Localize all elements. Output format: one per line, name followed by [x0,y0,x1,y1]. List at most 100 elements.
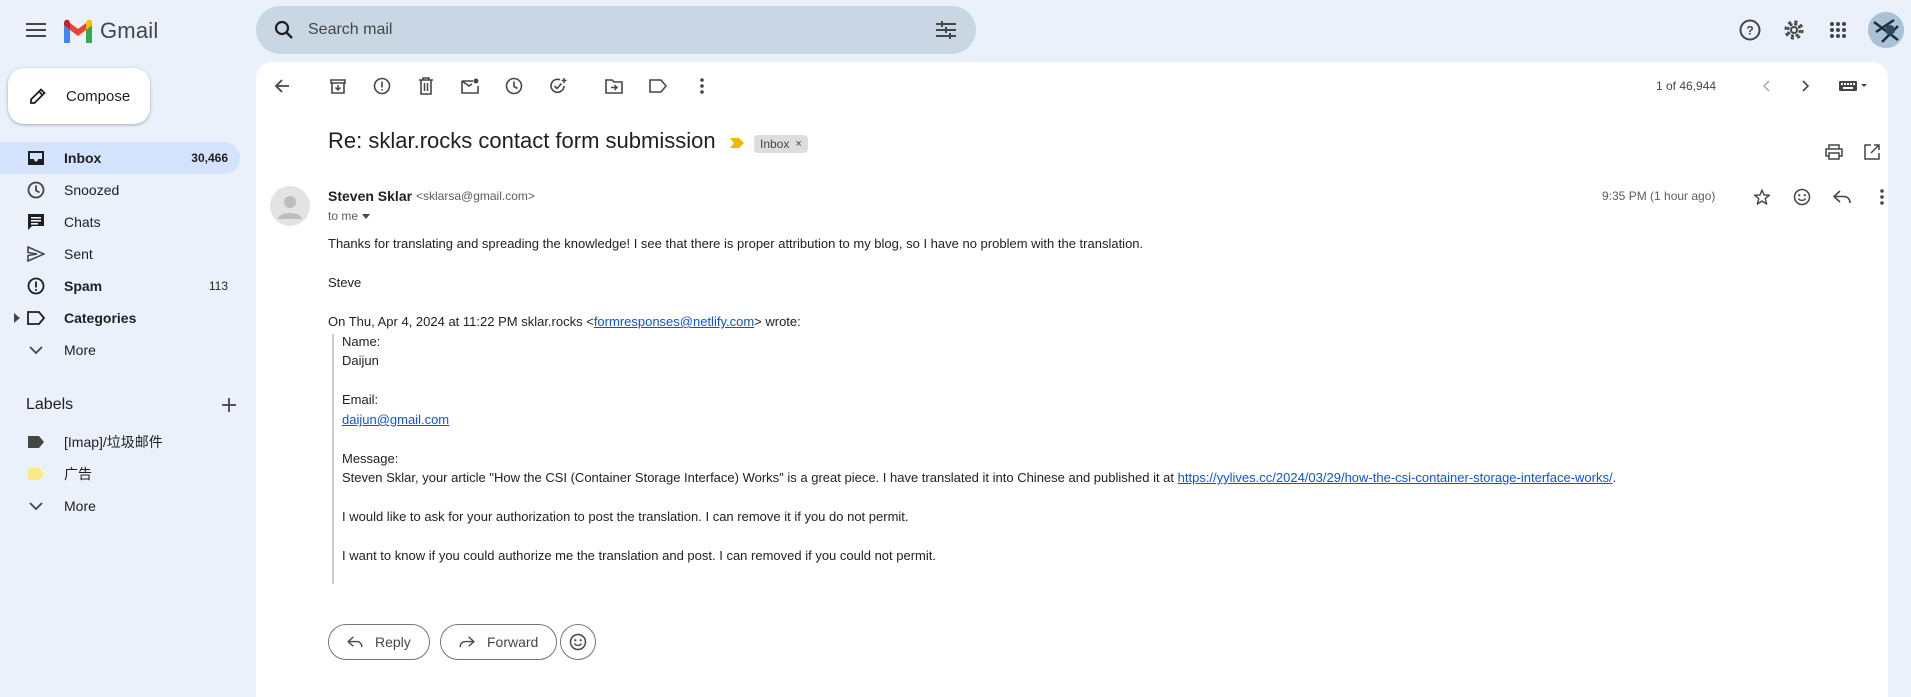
label-item-ads[interactable]: 广告 [0,458,240,490]
emoji-reaction-button[interactable] [560,624,596,660]
gmail-m-icon [64,19,92,43]
message-toolbar: 1 of 46,944 [256,62,1888,110]
back-arrow-icon[interactable] [262,66,302,106]
search-input[interactable] [308,21,926,39]
sidebar-item-chats[interactable]: Chats [0,206,240,238]
label-tag-icon [26,436,46,448]
quote-header-prefix: On Thu, Apr 4, 2024 at 11:22 PM sklar.ro… [328,314,594,329]
reply-label: Reply [375,634,411,650]
sidebar-item-label: Sent [64,246,93,262]
inbox-label-chip[interactable]: Inbox × [754,135,808,153]
account-avatar[interactable] [1868,12,1904,48]
newer-chevron-left-icon[interactable] [1746,66,1786,106]
sender-name[interactable]: Steven Sklar [328,188,412,204]
clock-icon [26,181,46,199]
sidebar-item-label: Spam [64,278,103,294]
quoted-email-link[interactable]: daijun@gmail.com [342,412,449,427]
quoted-name-value: Daijun [342,353,379,368]
chat-icon [26,213,46,231]
settings-gear-icon[interactable] [1774,10,1814,50]
dropdown-arrow-icon [362,213,371,219]
recipients-toggle[interactable]: to me [328,209,371,223]
sidebar-item-label: 广告 [64,466,92,482]
forward-label: Forward [487,634,539,650]
input-tools-keyboard-icon[interactable] [1830,66,1878,106]
quoted-line-3: I want to know if you could authorize me… [342,548,936,563]
app-name: Gmail [100,18,159,43]
quote-header: On Thu, Apr 4, 2024 at 11:22 PM sklar.ro… [328,314,801,329]
forward-button[interactable]: Forward [440,624,558,660]
unread-count: 113 [208,279,228,293]
reply-button[interactable]: Reply [328,624,430,660]
top-bar: Gmail ? [0,0,1911,60]
unread-count: 30,466 [191,151,228,165]
page-count: 1 of 46,944 [1656,79,1717,93]
body-paragraph: Thanks for translating and spreading the… [328,236,1144,251]
chevron-down-icon [26,501,46,511]
label-item-imap-spam[interactable]: [Imap]/垃圾邮件 [0,426,240,458]
sidebar-item-sent[interactable]: Sent [0,238,240,270]
add-label-icon[interactable] [222,398,236,412]
importance-marker-icon[interactable] [730,138,744,148]
sidebar-item-spam[interactable]: Spam 113 [0,270,240,302]
search-icon[interactable] [270,16,298,44]
inbox-icon [26,150,46,166]
archive-icon[interactable] [318,66,358,106]
print-icon[interactable] [1814,132,1854,172]
sidebar-item-categories[interactable]: Categories [0,302,240,334]
delete-trash-icon[interactable] [406,66,446,106]
compose-button[interactable]: Compose [8,68,150,124]
quoted-line-2: I would like to ask for your authorizati… [342,509,909,524]
snooze-clock-icon[interactable] [494,66,534,106]
labels-more[interactable]: More [0,490,240,522]
sidebar-item-label: [Imap]/垃圾邮件 [64,434,163,450]
labels-header: Labels [26,393,236,417]
mark-unread-icon[interactable] [450,66,490,106]
apps-grid-icon[interactable] [1818,10,1858,50]
sidebar-item-label: Chats [64,214,101,230]
quoted-message: Steven Sklar, your article "How the CSI … [342,470,1616,485]
compose-label: Compose [66,87,131,105]
sidebar-item-inbox[interactable]: Inbox 30,466 [0,142,240,174]
chevron-down-icon [26,345,46,355]
forward-icon [459,636,475,648]
search-options-icon[interactable] [926,10,966,50]
quoted-name-label: Name: [342,334,381,349]
remove-label-icon[interactable]: × [795,138,801,150]
sidebar-item-label: More [64,498,96,514]
quoted-message-label: Message: [342,451,399,466]
quoted-message-end: . [1612,470,1617,485]
add-to-tasks-icon[interactable] [538,66,578,106]
reply-icon [347,636,363,648]
message-more-icon[interactable] [1862,177,1902,217]
email-subject: Re: sklar.rocks contact form submission [328,128,716,153]
article-link[interactable]: https://yylives.cc/2024/03/29/how-the-cs… [1178,470,1613,485]
sender-avatar[interactable] [270,186,310,226]
reply-arrow-icon[interactable] [1822,177,1862,217]
sidebar-item-snoozed[interactable]: Snoozed [0,174,240,206]
report-spam-icon[interactable] [362,66,402,106]
sidebar-item-label: Categories [64,310,137,326]
quote-header-suffix: > wrote: [754,314,801,329]
emoji-reaction-icon[interactable] [1782,177,1822,217]
labels-tag-icon[interactable] [638,66,678,106]
move-to-folder-icon[interactable] [594,66,634,106]
quote-sender-link[interactable]: formresponses@netlify.com [594,314,754,329]
main-menu-icon[interactable] [18,14,54,46]
open-new-window-icon[interactable] [1852,132,1892,172]
gmail-logo[interactable]: Gmail [62,15,158,47]
search-bar[interactable] [256,6,976,54]
label-tag-icon [26,468,46,480]
svg-text:?: ? [1746,24,1753,38]
recipient-text: to me [328,209,359,223]
sidebar-item-label: Inbox [64,150,102,166]
sidebar-item-more[interactable]: More [0,334,240,366]
older-chevron-right-icon[interactable] [1786,66,1826,106]
quote-bar [332,334,334,584]
chip-label: Inbox [760,137,790,151]
help-icon[interactable]: ? [1730,10,1770,50]
more-options-icon[interactable] [682,66,722,106]
star-icon[interactable] [1742,177,1782,217]
message-panel: 1 of 46,944 Re: sklar.rocks contact form… [256,62,1888,697]
expand-arrow-icon[interactable] [14,313,20,323]
